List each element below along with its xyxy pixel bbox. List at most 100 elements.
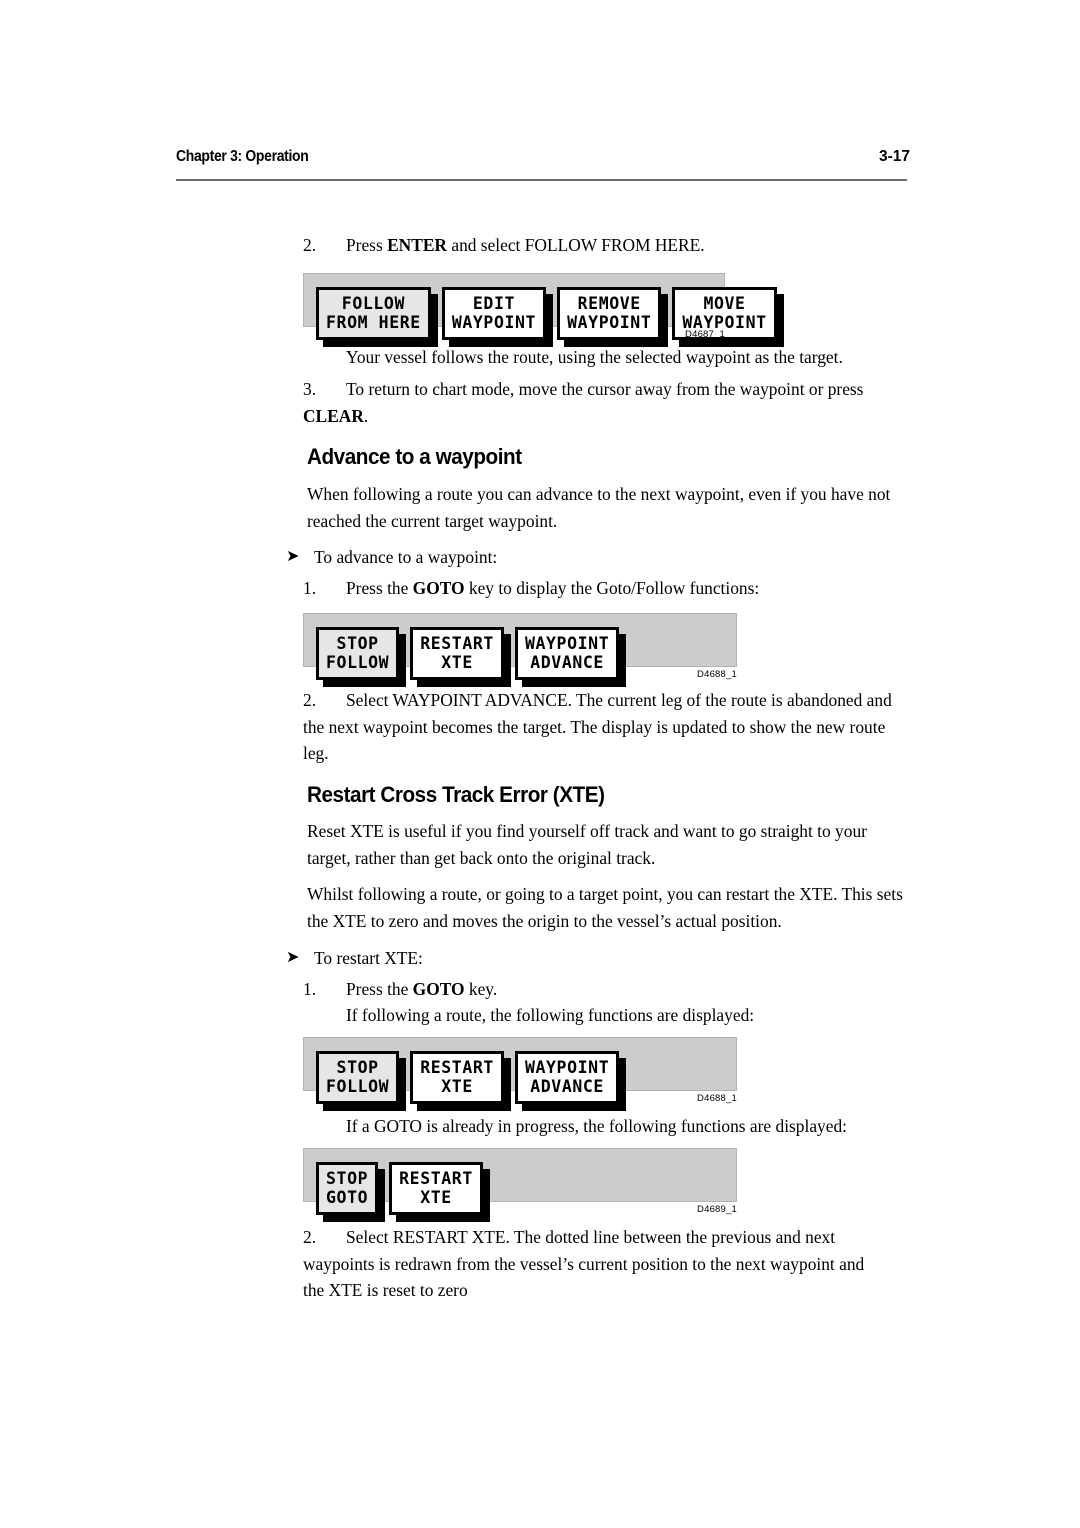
softkey-restart-xte[interactable]: RESTART XTE [410, 1051, 511, 1111]
step-text: Select WAYPOINT ADVANCE. The current leg… [303, 690, 892, 763]
key-label-line1: REMOVE [577, 294, 641, 313]
key-face: REMOVE WAYPOINT [557, 287, 662, 340]
key-label-line1: WAYPOINT [524, 1058, 610, 1077]
list-item-step3: 3. To return to chart mode, move the cur… [303, 376, 903, 429]
key-face: STOP FOLLOW [316, 627, 400, 680]
step2-post: and select FOLLOW FROM HERE. [447, 235, 705, 255]
key-face: WAYPOINT ADVANCE [514, 627, 620, 680]
step-text: Press the GOTO key to display the Goto/F… [346, 578, 759, 598]
softkey-restart-xte[interactable]: RESTART XTE [389, 1162, 490, 1222]
header-divider [176, 179, 907, 181]
step-number: 1. [303, 578, 317, 598]
step2-pre: Press [346, 235, 388, 255]
key-label-line2: XTE [441, 653, 473, 672]
arrow-bullet-to-restart-xte: ➤ To restart XTE: [286, 945, 886, 972]
key-label-line2: XTE [420, 1188, 452, 1207]
step-number: 2. [303, 690, 317, 710]
adv-step1-key-goto: GOTO [412, 578, 465, 598]
paragraph-whilst-following: Whilst following a route, or going to a … [307, 884, 903, 931]
key-label-line1: STOP [336, 1058, 379, 1077]
softkey-waypoint-advance[interactable]: WAYPOINT ADVANCE [514, 627, 627, 687]
softkey-waypoint-advance[interactable]: WAYPOINT ADVANCE [514, 1051, 627, 1111]
list-item-advance-step1: 1. Press the GOTO key to display the Got… [303, 575, 903, 602]
softkey-stop-goto[interactable]: STOP GOTO [316, 1162, 386, 1222]
arrow-bullet-label: To restart XTE: [314, 948, 423, 968]
paragraph-reset-xte-useful: Reset XTE is useful if you find yourself… [307, 821, 867, 868]
softkey-edit-waypoint[interactable]: EDIT WAYPOINT [441, 287, 554, 347]
key-label-line2: FOLLOW [326, 1077, 390, 1096]
page-header: Chapter 3: Operation [176, 148, 833, 166]
softkey-stop-follow[interactable]: STOP FOLLOW [316, 627, 407, 687]
section-heading-advance-to-a-waypoint: Advance to a waypoint [307, 444, 522, 469]
key-label-line1: EDIT [472, 294, 516, 313]
adv-step1-post: key to display the Goto/Follow functions… [464, 578, 760, 598]
key-face: RESTART XTE [389, 1162, 483, 1215]
key-label-line2: WAYPOINT [567, 313, 652, 332]
key-face: EDIT WAYPOINT [441, 287, 547, 340]
key-face: RESTART XTE [410, 627, 504, 680]
step-number: 2. [303, 235, 317, 255]
step2-key-enter: ENTER [387, 235, 447, 255]
list-item-advance-step2: 2. Select WAYPOINT ADVANCE. The current … [303, 687, 903, 767]
list-item-step2: 2. Press ENTER and select FOLLOW FROM HE… [303, 232, 903, 259]
figure-caption: D4689_1 [697, 1204, 737, 1215]
key-label-line1: FOLLOW [341, 294, 405, 313]
step-text: Press the GOTO key. [346, 979, 497, 999]
key-face: FOLLOW FROM HERE [316, 287, 431, 340]
key-label-line1: WAYPOINT [524, 634, 610, 653]
arrow-bullet-to-advance: ➤ To advance to a waypoint: [286, 544, 886, 571]
step3-text: To return to chart mode, move the cursor… [346, 379, 864, 399]
arrow-bullet-label: To advance to a waypoint: [314, 547, 498, 567]
paragraph-if-following-route: If following a route, the following func… [346, 1005, 755, 1025]
key-face: WAYPOINT ADVANCE [514, 1051, 620, 1104]
step-number: 3. [303, 379, 317, 399]
section-heading-restart-xte: Restart Cross Track Error (XTE) [307, 782, 605, 807]
softkey-panel: STOP GOTO RESTART XTE [303, 1148, 737, 1222]
softkey-remove-waypoint[interactable]: REMOVE WAYPOINT [557, 287, 669, 347]
softkey-panel: STOP FOLLOW RESTART XTE WAYPOINT ADVANCE [303, 1037, 737, 1111]
manual-page: Chapter 3: Operation 3-17 2. Press ENTER… [0, 0, 1080, 1528]
key-face: RESTART XTE [410, 1051, 504, 1104]
paragraph-advance-intro: When following a route you can advance t… [307, 484, 891, 531]
arrow-bullet-icon: ➤ [286, 947, 300, 966]
xte-step1-post: key. [464, 979, 498, 999]
header-chapter: Chapter 3: Operation [176, 148, 309, 165]
key-label-line2: ADVANCE [530, 653, 604, 672]
step3-period: . [363, 405, 369, 426]
key-label-line2: XTE [441, 1077, 473, 1096]
key-label-line1: STOP [326, 1169, 369, 1188]
step-text: To return to chart mode, move the cursor… [303, 379, 863, 426]
key-label-line2: FROM HERE [326, 313, 421, 332]
key-label-line1: MOVE [703, 294, 746, 313]
key-label-line2: GOTO [326, 1188, 369, 1207]
softkey-stop-follow[interactable]: STOP FOLLOW [316, 1051, 407, 1111]
figure-waypoint-options: FOLLOW FROM HERE EDIT WAYPOINT REMOVE WA… [303, 273, 784, 347]
figure-caption: D4687_1 [685, 329, 725, 340]
softkey-restart-xte[interactable]: RESTART XTE [410, 627, 511, 687]
key-label-line1: STOP [336, 634, 379, 653]
step-number: 2. [303, 1227, 317, 1247]
key-face: STOP GOTO [316, 1162, 379, 1215]
step3-key-clear: CLEAR [303, 405, 364, 426]
xte-step1-pre: Press the [346, 979, 413, 999]
key-label-line2: WAYPOINT [451, 313, 537, 332]
figure-goto-in-progress: STOP GOTO RESTART XTE D4689_1 [303, 1148, 737, 1222]
figure-caption: D4688_1 [697, 669, 737, 680]
figure-caption: D4688_1 [697, 1093, 737, 1104]
figure-goto-follow-functions-2: STOP FOLLOW RESTART XTE WAYPOINT ADVANCE… [303, 1037, 737, 1111]
paragraph-goto-in-progress: If a GOTO is already in progress, the fo… [346, 1116, 847, 1136]
key-label-line2: FOLLOW [326, 653, 390, 672]
xte-step1-key-goto: GOTO [412, 979, 465, 999]
key-label-line2: ADVANCE [530, 1077, 604, 1096]
softkey-panel: STOP FOLLOW RESTART XTE WAYPOINT ADVANCE [303, 613, 737, 687]
list-item-xte-step2: 2. Select RESTART XTE. The dotted line b… [303, 1224, 883, 1304]
key-face: STOP FOLLOW [316, 1051, 400, 1104]
step-text: Press ENTER and select FOLLOW FROM HERE. [346, 235, 705, 255]
softkey-follow-from-here[interactable]: FOLLOW FROM HERE [316, 287, 438, 347]
adv-step1-pre: Press the [346, 578, 413, 598]
key-label-line1: RESTART [399, 1169, 473, 1188]
figure-goto-follow-functions: STOP FOLLOW RESTART XTE WAYPOINT ADVANCE… [303, 613, 737, 687]
step-number: 1. [303, 979, 317, 999]
softkey-panel: FOLLOW FROM HERE EDIT WAYPOINT REMOVE WA… [303, 273, 784, 347]
step-text: Select RESTART XTE. The dotted line betw… [303, 1227, 865, 1300]
